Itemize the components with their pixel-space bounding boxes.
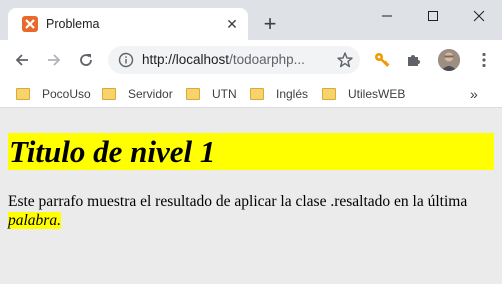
close-window-button[interactable]	[456, 0, 502, 32]
minimize-button[interactable]	[364, 0, 410, 32]
tab-close-icon[interactable]: ✕	[224, 16, 240, 32]
page-heading: Titulo de nivel 1	[9, 134, 216, 169]
back-arrow-icon	[15, 54, 28, 66]
reload-button[interactable]	[74, 48, 98, 72]
folder-icon	[186, 88, 200, 100]
paragraph: Este parrafo muestra el resultado de apl…	[8, 192, 498, 230]
bookmark-servidor[interactable]: Servidor	[102, 86, 173, 102]
maximize-icon	[428, 11, 438, 21]
bookmark-label: Servidor	[128, 87, 173, 101]
address-bar[interactable]: http://localhost/todoarphp...	[108, 46, 360, 74]
tab-title: Problema	[46, 17, 100, 31]
bookmark-ingles[interactable]: Inglés	[250, 86, 308, 102]
profile-avatar[interactable]	[438, 49, 460, 71]
folder-icon	[250, 88, 264, 100]
reload-icon	[80, 54, 92, 66]
back-button[interactable]	[10, 48, 34, 72]
info-icon[interactable]	[118, 52, 134, 68]
folder-icon	[102, 88, 116, 100]
bookmark-utilesweb[interactable]: UtilesWEB	[322, 86, 405, 102]
close-icon	[473, 10, 485, 22]
bookmarks-bar: PocoUso Servidor UTN Inglés UtilesWEB »	[0, 80, 502, 108]
title-bar: Problema ✕ +	[0, 0, 502, 40]
browser-toolbar: http://localhost/todoarphp...	[0, 40, 502, 80]
url-text[interactable]: http://localhost/todoarphp...	[142, 52, 305, 68]
bookmark-label: PocoUso	[42, 87, 91, 101]
key-extension-icon[interactable]	[372, 50, 392, 70]
bookmark-utn[interactable]: UTN	[186, 86, 237, 102]
bookmark-label: UTN	[212, 87, 237, 101]
tab-problema[interactable]: Problema ✕	[8, 8, 248, 40]
extensions-puzzle-icon[interactable]	[404, 50, 424, 70]
maximize-button[interactable]	[410, 0, 456, 32]
bookmark-star-icon[interactable]	[336, 51, 354, 69]
paragraph-end: .	[57, 212, 61, 229]
highlighted-word: palabra.	[8, 212, 61, 229]
highlighted-word-text: palabra	[8, 212, 58, 229]
menu-button[interactable]	[474, 50, 494, 70]
url-path: /todoarphp...	[229, 52, 305, 67]
new-tab-button[interactable]: +	[258, 12, 282, 36]
paragraph-text: Este parrafo muestra el resultado de apl…	[8, 193, 468, 210]
forward-arrow-icon	[48, 54, 61, 66]
bookmark-label: Inglés	[276, 87, 309, 101]
bookmark-label: UtilesWEB	[348, 87, 406, 101]
page-content: Titulo de nivel 1 Este parrafo muestra e…	[0, 109, 502, 284]
bookmark-pocouso[interactable]: PocoUso	[16, 86, 91, 102]
url-host: http://localhost	[142, 52, 230, 67]
folder-icon	[16, 88, 30, 100]
heading-block: Titulo de nivel 1	[8, 133, 494, 170]
forward-button[interactable]	[42, 48, 66, 72]
folder-icon	[322, 88, 336, 100]
more-vert-icon	[482, 52, 486, 68]
minimize-icon	[382, 15, 392, 17]
xampp-favicon-icon	[22, 16, 38, 32]
bookmarks-overflow-icon[interactable]: »	[470, 86, 478, 102]
